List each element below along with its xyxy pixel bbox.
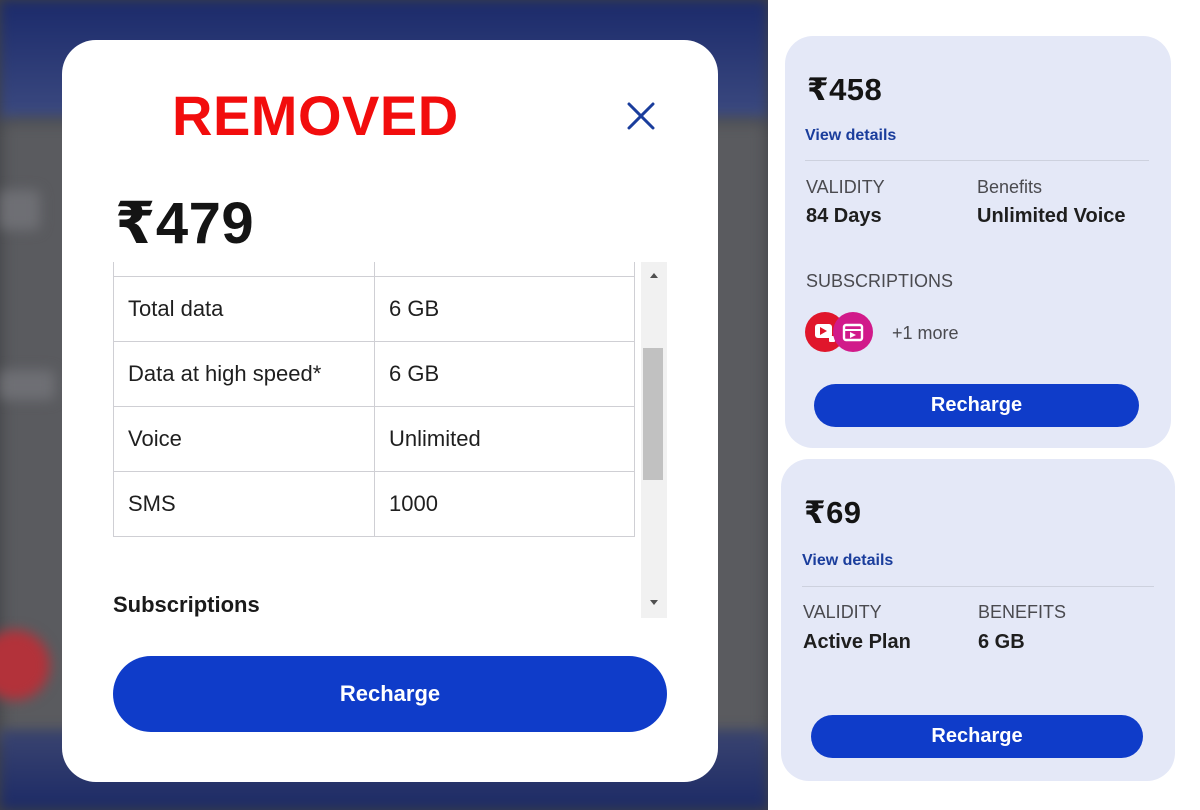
card-recharge-button[interactable]: Recharge [811,715,1143,758]
background-shape [0,370,55,400]
modal-recharge-button[interactable]: Recharge [113,656,667,732]
row-value: 1000 [374,470,635,537]
row-label: Voice [113,405,375,472]
row-value: 6 GB [374,340,635,407]
divider [805,160,1149,161]
modal-title: REMOVED [172,84,459,147]
divider [802,586,1154,587]
validity-label: VALIDITY [803,602,882,622]
cinema-app-icon [833,312,873,352]
more-subscriptions-text: +1 more [892,323,959,343]
plan-card: ₹458 View details VALIDITY 84 Days Benef… [785,36,1171,448]
benefits-value: Unlimited Voice [977,205,1126,227]
row-value: 6 GB [374,275,635,342]
scroll-down-arrow-icon[interactable] [641,596,667,610]
table-row: Total data 6 GB [113,275,635,342]
plan-price: ₹479 [115,191,255,256]
plan-details-table: Total data 6 GB Data at high speed* 6 GB… [113,262,635,537]
benefits-label: BENEFITS [978,602,1067,622]
row-label: Total data [113,275,375,342]
benefits-label: Benefits [977,177,1043,197]
table-row [113,262,635,277]
validity-value: 84 Days [806,205,882,227]
plan-card-price: ₹458 [807,72,883,107]
scrollbar-thumb[interactable] [643,348,663,480]
plan-details-scroll-area[interactable]: Total data 6 GB Data at high speed* 6 GB… [113,262,667,618]
table-row: Data at high speed* 6 GB [113,340,635,407]
table-row: SMS 1000 [113,470,635,537]
table-row: Voice Unlimited [113,405,635,472]
benefits-value: 6 GB [978,631,1025,653]
row-value: Unlimited [374,405,635,472]
view-details-link[interactable]: View details [802,552,893,570]
subscriptions-label: SUBSCRIPTIONS [806,271,954,291]
validity-label: VALIDITY [806,177,885,197]
row-label: Data at high speed* [113,340,375,407]
validity-value: Active Plan [803,631,911,653]
background-shape [0,190,40,230]
subscriptions-heading: Subscriptions [113,592,260,617]
card-recharge-button[interactable]: Recharge [814,384,1139,427]
close-icon[interactable] [621,96,661,136]
row-label: SMS [113,470,375,537]
scroll-up-arrow-icon[interactable] [641,268,667,282]
view-details-link[interactable]: View details [805,127,896,145]
plan-card: ₹69 View details VALIDITY Active Plan BE… [781,459,1175,781]
scrollbar[interactable] [641,262,667,618]
plan-card-price: ₹69 [804,495,862,530]
